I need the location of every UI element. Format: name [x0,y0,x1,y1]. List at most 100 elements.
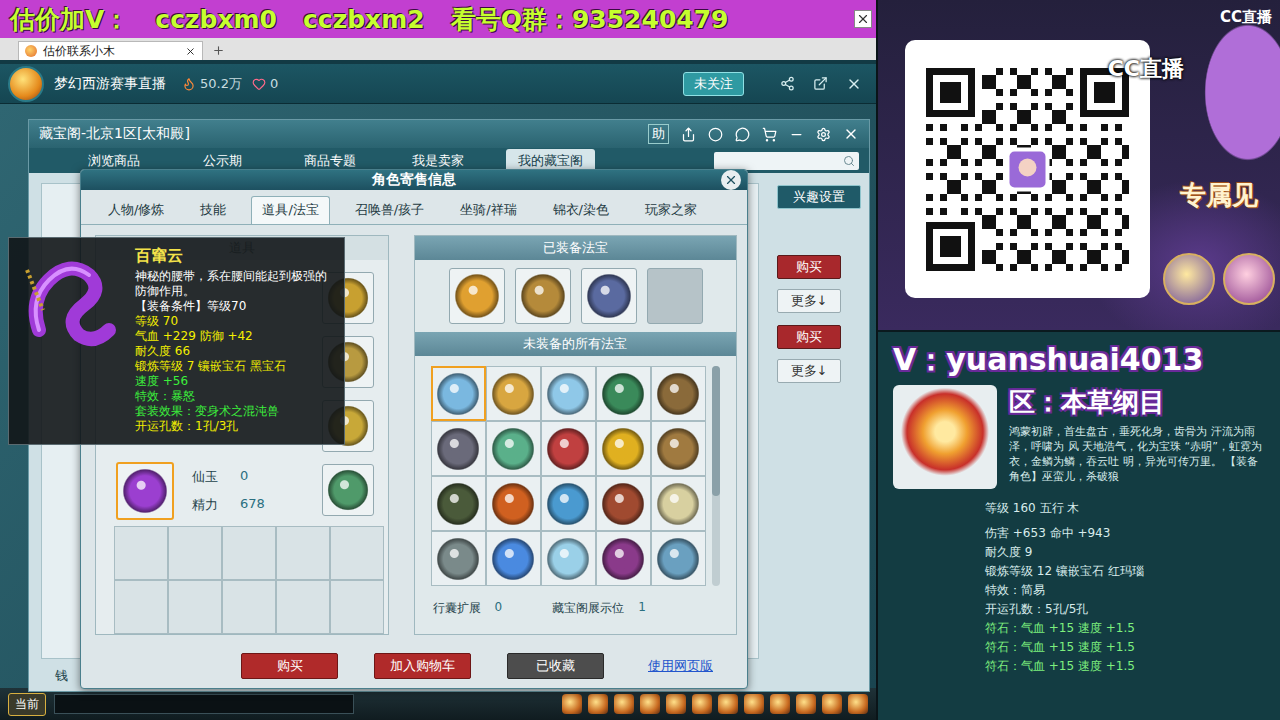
dialog-tab[interactable]: 锦衣/染色 [542,196,620,224]
treasure-cell[interactable] [431,366,486,421]
task-icon[interactable] [848,694,868,714]
bag-cell[interactable] [276,580,330,634]
interest-button[interactable]: 兴趣设置 [777,185,861,209]
task-icon[interactable] [614,694,634,714]
treasure-slot[interactable] [581,268,637,324]
dialog-tab[interactable]: 玩家之家 [634,196,708,224]
chat-button[interactable] [735,127,750,142]
popout-button[interactable] [813,76,828,91]
buy-button[interactable]: 购买 [777,325,841,349]
treasure-cell[interactable] [486,531,541,586]
banner-close-button[interactable] [854,10,872,28]
item-slot[interactable] [116,462,174,520]
scroll-thumb[interactable] [712,366,720,496]
dialog-button[interactable]: 加入购物车 [374,653,471,679]
stat-value: 0 [495,600,503,617]
task-icon[interactable] [770,694,790,714]
cart-button[interactable] [762,127,777,142]
dialog-tab[interactable]: 人物/修炼 [97,196,175,224]
item-name: 百窜云 [135,246,336,267]
search-field[interactable] [714,152,859,170]
task-icon[interactable] [718,694,738,714]
treasure-icon [490,481,536,527]
treasure-cell[interactable] [541,476,596,531]
treasure-cell[interactable] [596,421,651,476]
bag-cell[interactable] [330,580,384,634]
treasure-cell[interactable] [431,476,486,531]
task-icon[interactable] [744,694,764,714]
dialog-footer: 购买 加入购物车 已收藏 使用网页版 [81,635,747,689]
bag-cell[interactable] [114,526,168,580]
treasure-cell[interactable] [651,366,706,421]
dialog-tab[interactable]: 坐骑/祥瑞 [449,196,527,224]
dialog-button[interactable]: 已收藏 [507,653,604,679]
treasure-cell[interactable] [486,476,541,531]
tab-close-icon[interactable] [185,46,196,57]
dialog-tab[interactable]: 道具/法宝 [251,196,329,224]
treasure-slot[interactable] [515,268,571,324]
item-stat: 耐久度 9 [985,543,1268,562]
item-stat: 符石：气血 +15 速度 +1.5 [985,638,1268,657]
treasure-cell[interactable] [486,366,541,421]
more-button[interactable]: 更多↓ [777,359,841,383]
follow-button[interactable]: 未关注 [683,72,744,96]
more-button[interactable]: 更多↓ [777,289,841,313]
bag-cell[interactable] [114,580,168,634]
treasure-cell[interactable] [431,421,486,476]
bag-cell[interactable] [276,526,330,580]
task-icon[interactable] [562,694,582,714]
treasure-cell[interactable] [596,366,651,421]
treasure-slot[interactable] [647,268,703,324]
bag-cell[interactable] [222,580,276,634]
task-icon[interactable] [822,694,842,714]
task-icon[interactable] [796,694,816,714]
tooltip-line: 气血 +229 防御 +42 [135,329,336,344]
task-icon[interactable] [692,694,712,714]
task-icon[interactable] [588,694,608,714]
treasure-cell[interactable] [541,366,596,421]
scrollbar[interactable] [712,366,720,586]
dialog-close-button[interactable] [721,170,741,190]
help-button[interactable]: 助 [648,124,669,144]
record-button[interactable] [708,127,723,142]
bag-cell[interactable] [222,526,276,580]
treasure-cell[interactable] [651,476,706,531]
treasure-cell[interactable] [651,531,706,586]
bag-cell[interactable] [168,526,222,580]
description-fragment: 明，异光可传万里。 [1123,455,1226,468]
treasure-cell[interactable] [596,531,651,586]
settings-button[interactable] [816,127,831,142]
treasure-cell[interactable] [541,531,596,586]
share-button[interactable] [681,127,696,142]
item-stat: 符石：气血 +15 速度 +1.5 [985,619,1268,638]
badge-icon[interactable] [1223,253,1275,305]
bag-cell[interactable] [168,580,222,634]
minimize-button[interactable] [789,127,804,142]
stream-close-button[interactable] [846,76,862,92]
item-slot[interactable] [322,464,374,516]
treasure-slot[interactable] [449,268,505,324]
task-icon[interactable] [640,694,660,714]
dialog-tab[interactable]: 技能 [189,196,237,224]
bag-cell[interactable] [330,526,384,580]
dialog-tab[interactable]: 召唤兽/孩子 [344,196,435,224]
treasure-cell[interactable] [541,421,596,476]
new-tab-button[interactable] [207,41,229,60]
treasure-cell[interactable] [596,476,651,531]
badge-icon[interactable] [1163,253,1215,305]
shop-title: 藏宝阁-北京1区[太和殿] [39,125,190,143]
task-icon[interactable] [666,694,686,714]
chat-input[interactable] [54,694,354,714]
treasure-cell[interactable] [431,531,486,586]
buy-button[interactable]: 购买 [777,255,841,279]
web-version-link[interactable]: 使用网页版 [648,657,713,675]
ad-side: 专属见 [1158,40,1280,330]
channel-badge[interactable]: 当前 [8,693,46,716]
treasure-cell[interactable] [651,421,706,476]
close-button[interactable] [843,126,859,142]
treasure-cell[interactable] [486,421,541,476]
dialog-button[interactable]: 购买 [241,653,338,679]
game-taskbar: 当前 [0,688,876,720]
share-button[interactable] [780,76,795,91]
browser-tab[interactable]: 估价联系小木 [18,41,203,60]
